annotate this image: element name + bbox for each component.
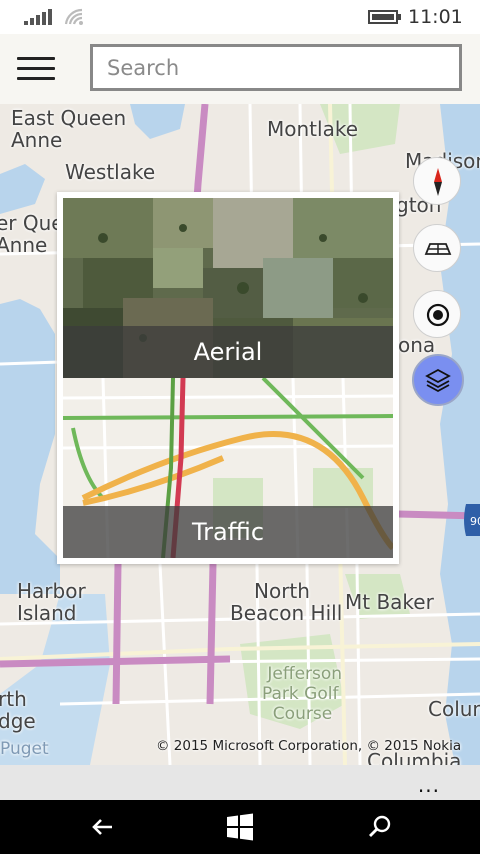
status-bar: 11:01 <box>0 0 480 34</box>
map-view[interactable]: 90 East QueenAnne Montlake Westlake Madi… <box>0 104 480 765</box>
traffic-layer-label: Traffic <box>63 506 393 558</box>
my-location-button[interactable] <box>413 290 461 338</box>
compass-icon <box>434 168 442 196</box>
map-label-harbor-island: Harbor Island <box>17 579 86 625</box>
3d-tilt-icon <box>424 243 452 255</box>
map-copyright: © 2015 Microsoft Corporation, © 2015 Nok… <box>156 738 462 754</box>
map-label-rth-edge: rth dge <box>0 687 36 733</box>
header <box>0 34 480 104</box>
highway-shield-number: 90 <box>470 515 480 528</box>
signal-strength-icon <box>24 9 52 25</box>
clock-time: 11:01 <box>408 6 463 28</box>
map-label-mt-baker: Mt Baker <box>345 590 434 614</box>
more-options-button[interactable]: ... <box>418 775 440 795</box>
layers-button[interactable] <box>412 354 464 406</box>
search-input[interactable] <box>93 47 459 88</box>
aerial-layer-label: Aerial <box>63 326 393 378</box>
map-label-westlake: Westlake <box>65 160 156 184</box>
battery-icon <box>368 10 401 24</box>
map-label-montlake: Montlake <box>267 117 358 141</box>
map-label-columbia-partial: Colum <box>428 697 480 721</box>
map-label-north-beacon-hill: North Beacon Hill <box>230 579 343 625</box>
my-location-icon <box>426 303 450 327</box>
map-label-east-queen-anne: East Queen Anne <box>11 106 127 152</box>
map-label-queen-anne-left: er Que Anne <box>0 211 64 257</box>
system-nav-bar <box>0 800 480 854</box>
compass-button[interactable] <box>413 157 461 205</box>
aerial-layer-option[interactable]: Aerial <box>63 198 393 378</box>
hamburger-menu-icon[interactable] <box>17 57 55 85</box>
back-icon[interactable] <box>88 812 118 842</box>
wifi-icon <box>64 8 83 25</box>
layers-icon <box>425 368 451 393</box>
map-layers-panel: Aerial Traffic <box>57 192 399 564</box>
map-label-jefferson-park: Jefferson Park Golf Course <box>262 664 343 724</box>
windows-start-icon[interactable] <box>225 812 255 842</box>
tilt-button[interactable] <box>413 224 461 272</box>
traffic-layer-option[interactable]: Traffic <box>63 378 393 558</box>
search-icon[interactable] <box>365 812 395 842</box>
app-bar: ... <box>0 765 480 800</box>
map-label-puget: Puget <box>0 739 49 759</box>
search-box[interactable] <box>90 44 462 91</box>
